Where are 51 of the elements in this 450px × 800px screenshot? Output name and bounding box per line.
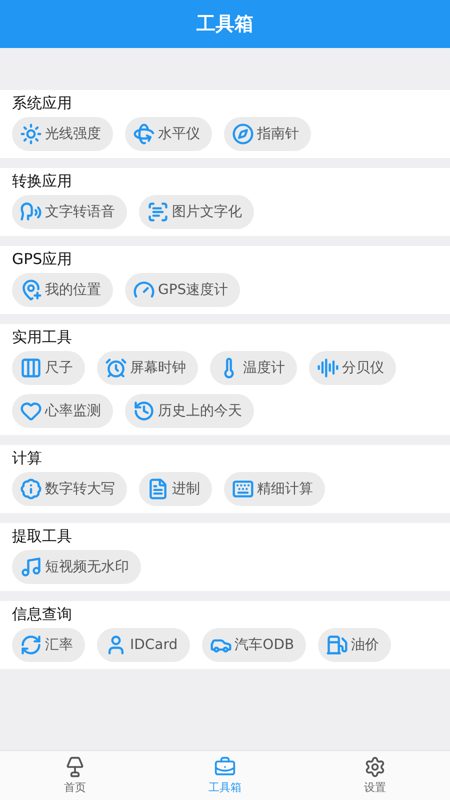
rotate-icon	[133, 123, 155, 145]
lamp-icon	[64, 756, 86, 778]
section-title: 提取工具	[12, 526, 72, 546]
tool-button[interactable]: 温度计	[210, 351, 297, 385]
keyboard-icon	[232, 478, 254, 500]
tool-button[interactable]: 进制	[139, 472, 212, 506]
toolbox-icon	[214, 756, 236, 778]
tool-button[interactable]: 油价	[318, 628, 392, 662]
tool-button[interactable]: IDCard	[97, 628, 190, 662]
section-title: 信息查询	[12, 604, 72, 624]
bars-icon	[20, 357, 42, 379]
tool-button[interactable]: 汇率	[12, 628, 85, 662]
map-pin-icon	[20, 279, 42, 301]
tool-button[interactable]: 图片文字化	[139, 195, 254, 229]
tool-button[interactable]: 指南针	[224, 117, 311, 151]
section-title: GPS应用	[12, 249, 72, 269]
document-icon	[147, 478, 169, 500]
tool-button[interactable]: 精细计算	[224, 472, 325, 506]
sun-icon	[20, 123, 42, 145]
tool-button[interactable]: 历史上的今天	[125, 394, 254, 428]
tool-button[interactable]: 屏幕时钟	[97, 351, 198, 385]
tool-button[interactable]: 心率监测	[12, 394, 113, 428]
speaker-person-icon	[20, 201, 42, 223]
heart-icon	[20, 400, 42, 422]
section-title: 计算	[12, 448, 42, 468]
tool-button[interactable]: 我的位置	[12, 273, 113, 307]
history-icon	[133, 400, 155, 422]
section-title: 系统应用	[12, 93, 72, 113]
tool-button[interactable]: 数字转大写	[12, 472, 127, 506]
scan-text-icon	[147, 201, 169, 223]
alarm-clock-icon	[105, 357, 127, 379]
tool-button[interactable]: 尺子	[12, 351, 85, 385]
tool-button[interactable]: 短视频无水印	[12, 550, 141, 584]
settings-icon	[364, 756, 386, 778]
compass-icon	[232, 123, 254, 145]
tab-item[interactable]: 设置	[300, 751, 450, 800]
tool-button[interactable]: 光线强度	[12, 117, 113, 151]
sound-icon	[317, 357, 339, 379]
tab-item[interactable]: 首页	[0, 751, 150, 800]
section-title: 转换应用	[12, 171, 72, 191]
refresh-icon	[20, 634, 42, 656]
tool-button[interactable]: 文字转语音	[12, 195, 127, 229]
tool-button[interactable]: GPS速度计	[125, 273, 240, 307]
tool-button[interactable]: 水平仪	[125, 117, 212, 151]
section-title: 实用工具	[12, 327, 72, 347]
badge-icon	[20, 478, 42, 500]
music-note-icon	[20, 556, 42, 578]
tool-button[interactable]: 汽车ODB	[202, 628, 306, 662]
fuel-icon	[326, 634, 348, 656]
page-title: 工具箱	[196, 12, 254, 37]
tool-button[interactable]: 分贝仪	[309, 351, 396, 385]
